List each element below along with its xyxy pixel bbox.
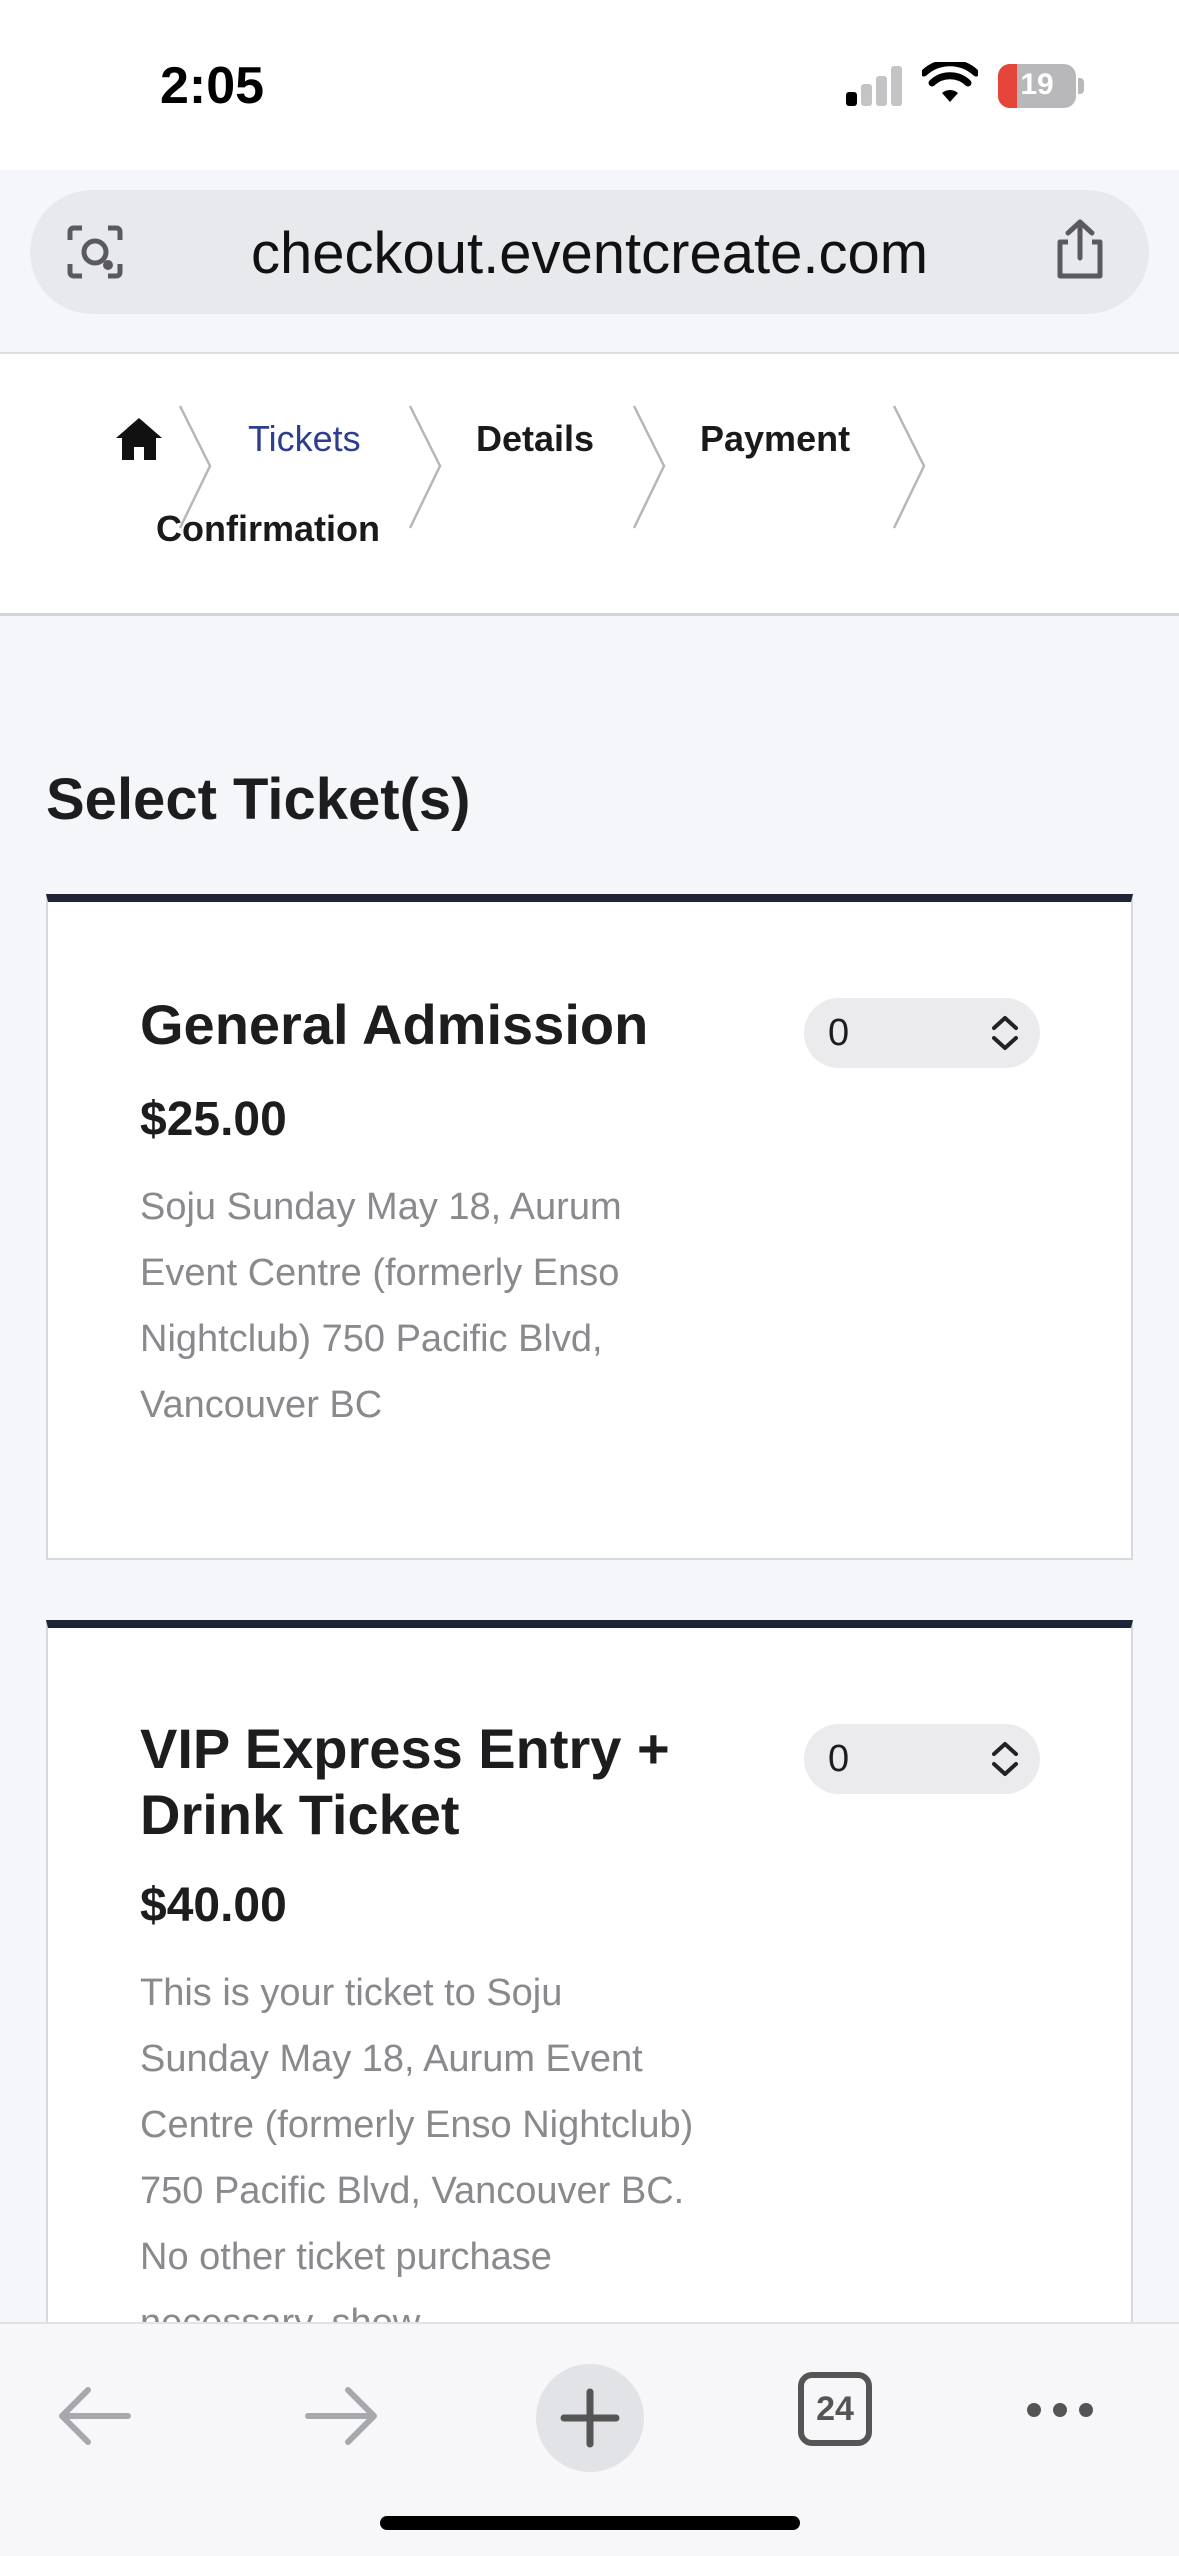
ticket-card: General Admission $25.00 Soju Sunday May… (46, 894, 1133, 1560)
ticket-description: This is your ticket to Soju Sunday May 1… (140, 1972, 694, 2344)
chevron-right-icon (892, 405, 926, 529)
status-bar: 2:05 19 checkout.eventcreate.com (0, 0, 1179, 314)
more-options-icon[interactable] (1024, 2398, 1096, 2422)
ticket-price: $25.00 (140, 1093, 287, 1146)
new-tab-button[interactable] (536, 2364, 644, 2472)
ticket-price: $40.00 (140, 1879, 287, 1932)
home-indicator (380, 2516, 800, 2530)
back-arrow-icon[interactable] (58, 2384, 132, 2448)
tabs-button[interactable]: 24 (798, 2372, 872, 2446)
breadcrumb: Tickets Details Payment Confirmation (0, 354, 1179, 616)
battery-icon: 19 (998, 64, 1076, 108)
updown-chevron-icon (992, 1016, 1018, 1050)
status-time: 2:05 (160, 57, 265, 115)
url-text[interactable]: checkout.eventcreate.com (30, 220, 1149, 287)
ticket-name: General Admission (140, 993, 649, 1056)
ticket-card: VIP Express Entry + Drink Ticket $40.00 … (46, 1620, 1133, 2440)
updown-chevron-icon (992, 1742, 1018, 1776)
wifi-icon (922, 62, 978, 102)
address-bar[interactable]: checkout.eventcreate.com (30, 190, 1149, 314)
breadcrumb-payment[interactable]: Payment (700, 418, 850, 460)
chevron-right-icon (408, 405, 442, 529)
ticket-description: Soju Sunday May 18, Aurum Event Centre (… (140, 1186, 622, 1426)
chevron-right-icon (632, 405, 666, 529)
quantity-value: 0 (828, 1738, 850, 1780)
battery-level: 19 (1020, 68, 1054, 101)
share-icon[interactable] (1050, 218, 1110, 282)
breadcrumb-tickets[interactable]: Tickets (248, 418, 361, 460)
breadcrumb-details[interactable]: Details (476, 418, 594, 460)
tab-count: 24 (816, 2390, 854, 2428)
home-icon[interactable] (114, 416, 164, 462)
cellular-signal-icon (846, 66, 904, 106)
forward-arrow-icon[interactable] (304, 2384, 378, 2448)
breadcrumb-confirmation[interactable]: Confirmation (156, 508, 380, 550)
quantity-select[interactable]: 0 (804, 998, 1040, 1068)
plus-icon (560, 2388, 620, 2448)
quantity-value: 0 (828, 1012, 850, 1054)
quantity-select[interactable]: 0 (804, 1724, 1040, 1794)
page-title: Select Ticket(s) (46, 767, 471, 832)
ticket-name: VIP Express Entry + Drink Ticket (140, 1717, 670, 1846)
